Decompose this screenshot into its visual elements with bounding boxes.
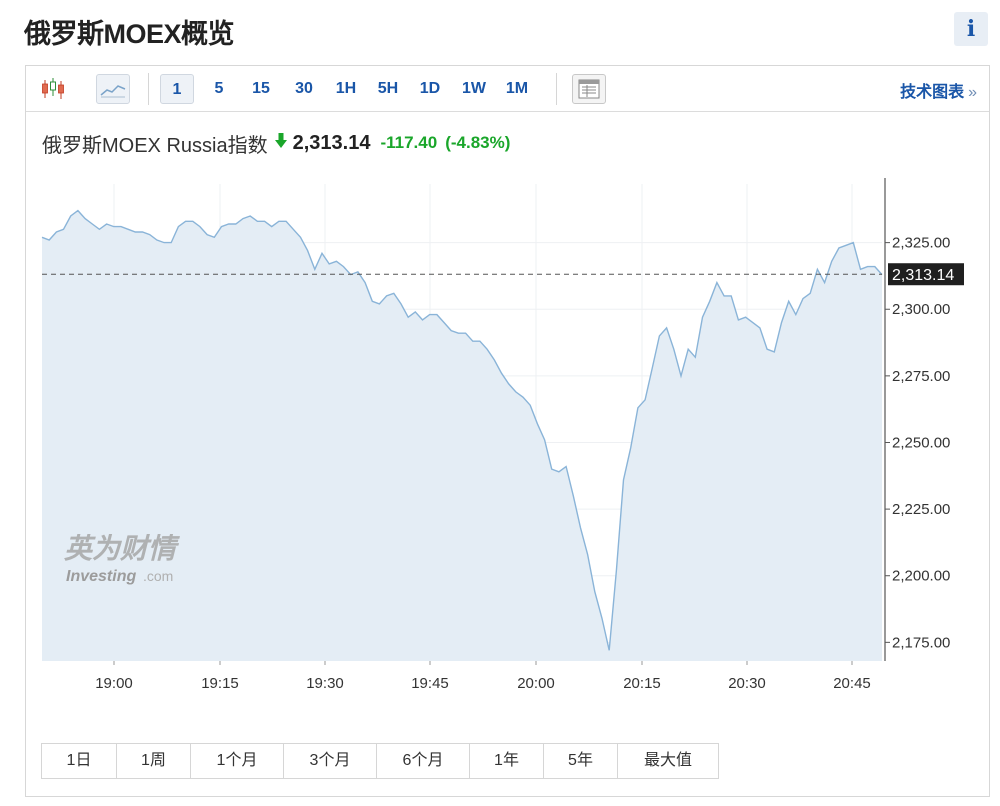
range-button-1m[interactable]: 1个月	[191, 744, 284, 778]
x-tick-label: 19:45	[411, 675, 449, 692]
watermark-logo-suffix: .com	[143, 568, 173, 584]
y-tick-label: 2,325.00	[892, 235, 950, 252]
range-button-1d[interactable]: 1日	[42, 744, 117, 778]
info-button[interactable]: i	[954, 12, 988, 46]
x-tick-label: 20:30	[728, 675, 766, 692]
x-tick-label: 20:15	[623, 675, 661, 692]
y-tick-label: 2,175.00	[892, 634, 950, 651]
x-tick-label: 19:15	[201, 675, 239, 692]
x-tick-label: 19:30	[306, 675, 344, 692]
y-tick-label: 2,275.00	[892, 368, 950, 385]
y-tick-label: 2,200.00	[892, 568, 950, 585]
time-range-selector: 1日 1周 1个月 3个月 6个月 1年 5年 最大值	[41, 743, 719, 779]
y-tick-label: 2,225.00	[892, 501, 950, 518]
range-button-1w[interactable]: 1周	[117, 744, 191, 778]
range-button-max[interactable]: 最大值	[618, 744, 718, 778]
page-title: 俄罗斯MOEX概览	[24, 19, 235, 49]
x-tick-label: 20:45	[833, 675, 871, 692]
range-button-3m[interactable]: 3个月	[284, 744, 377, 778]
y-tick-label: 2,250.00	[892, 434, 950, 451]
range-button-6m[interactable]: 6个月	[377, 744, 470, 778]
x-tick-label: 20:00	[517, 675, 555, 692]
watermark-logo-en: Investing	[66, 568, 136, 585]
price-chart[interactable]: 2,325.00 2,300.00 2,275.00 2,250.00 2,225.00…	[26, 66, 989, 706]
chart-panel: 1 5 15 30 1H 5H 1D 1W 1M 技术图表» 俄罗斯MOEX R…	[25, 65, 990, 797]
x-tick-label: 19:00	[95, 675, 133, 692]
watermark-logo-cn: 英为财情	[64, 532, 180, 565]
last-price-label: 2,313.14	[892, 267, 954, 284]
y-tick-label: 2,300.00	[892, 301, 950, 318]
range-button-1y[interactable]: 1年	[470, 744, 544, 778]
range-button-5y[interactable]: 5年	[544, 744, 618, 778]
